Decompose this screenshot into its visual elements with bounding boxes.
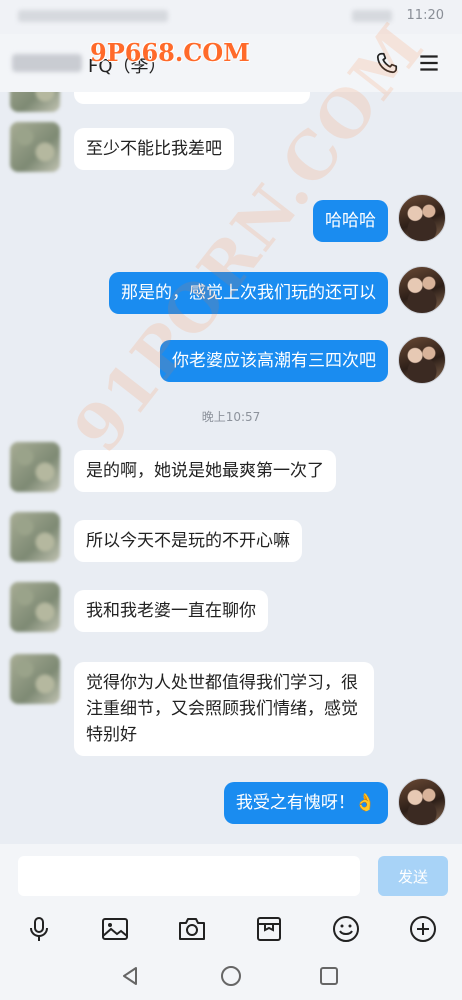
chat-header: FQ（李） 9P668.COM	[0, 34, 462, 92]
contact-avatar[interactable]	[10, 512, 60, 562]
emoji-icon[interactable]	[331, 914, 361, 944]
timestamp: 晚上10:57	[201, 410, 261, 424]
input-toolbar	[0, 906, 462, 952]
my-avatar[interactable]	[398, 266, 446, 314]
send-button[interactable]: 发送	[378, 856, 448, 896]
home-circle-icon[interactable]	[219, 964, 243, 988]
message-bubble[interactable]: 你老婆应该高潮有三四次吧	[160, 340, 388, 382]
menu-icon[interactable]	[416, 50, 442, 76]
contact-avatar[interactable]	[10, 582, 60, 632]
message-bubble-partial[interactable]	[74, 92, 310, 104]
system-nav-bar	[0, 952, 462, 1000]
message-bubble[interactable]: 至少不能比我差吧	[74, 128, 234, 170]
my-avatar[interactable]	[398, 336, 446, 384]
contact-avatar[interactable]	[10, 122, 60, 172]
contact-avatar[interactable]	[10, 442, 60, 492]
my-avatar[interactable]	[398, 194, 446, 242]
status-bar-blurred-info	[18, 10, 168, 22]
package-icon[interactable]	[254, 914, 284, 944]
message-bubble[interactable]: 那是的，感觉上次我们玩的还可以	[109, 272, 388, 314]
message-bubble[interactable]: 觉得你为人处世都值得我们学习，很注重细节，又会照顾我们情绪，感觉特别好	[74, 662, 374, 756]
message-bubble[interactable]: 我受之有愧呀！👌	[223, 782, 388, 824]
contact-avatar[interactable]	[10, 654, 60, 704]
image-icon[interactable]	[100, 914, 130, 944]
input-area: 发送	[0, 844, 462, 906]
status-icons-blurred	[352, 10, 392, 22]
message-bubble[interactable]: 所以今天不是玩的不开心嘛	[74, 520, 302, 562]
my-avatar[interactable]	[398, 778, 446, 826]
phone-icon[interactable]	[374, 50, 400, 76]
message-input[interactable]	[18, 856, 360, 896]
message-bubble[interactable]: 哈哈哈	[313, 200, 388, 242]
back-triangle-icon[interactable]	[118, 964, 142, 988]
contact-avatar[interactable]	[10, 92, 60, 112]
message-bubble[interactable]: 是的啊，她说是她最爽第一次了	[74, 450, 336, 492]
camera-icon[interactable]	[177, 914, 207, 944]
chat-area[interactable]: 至少不能比我差吧 哈哈哈 那是的，感觉上次我们玩的还可以 你老婆应该高潮有三四次…	[0, 92, 462, 844]
status-time: 11:20	[406, 8, 444, 23]
status-bar: 11:20	[0, 0, 462, 34]
back-button-blurred[interactable]	[12, 54, 82, 72]
message-bubble[interactable]: 我和我老婆一直在聊你	[74, 590, 268, 632]
watermark: 9P668.COM	[90, 38, 250, 67]
microphone-icon[interactable]	[24, 914, 54, 944]
plus-icon[interactable]	[408, 914, 438, 944]
recents-square-icon[interactable]	[317, 964, 341, 988]
